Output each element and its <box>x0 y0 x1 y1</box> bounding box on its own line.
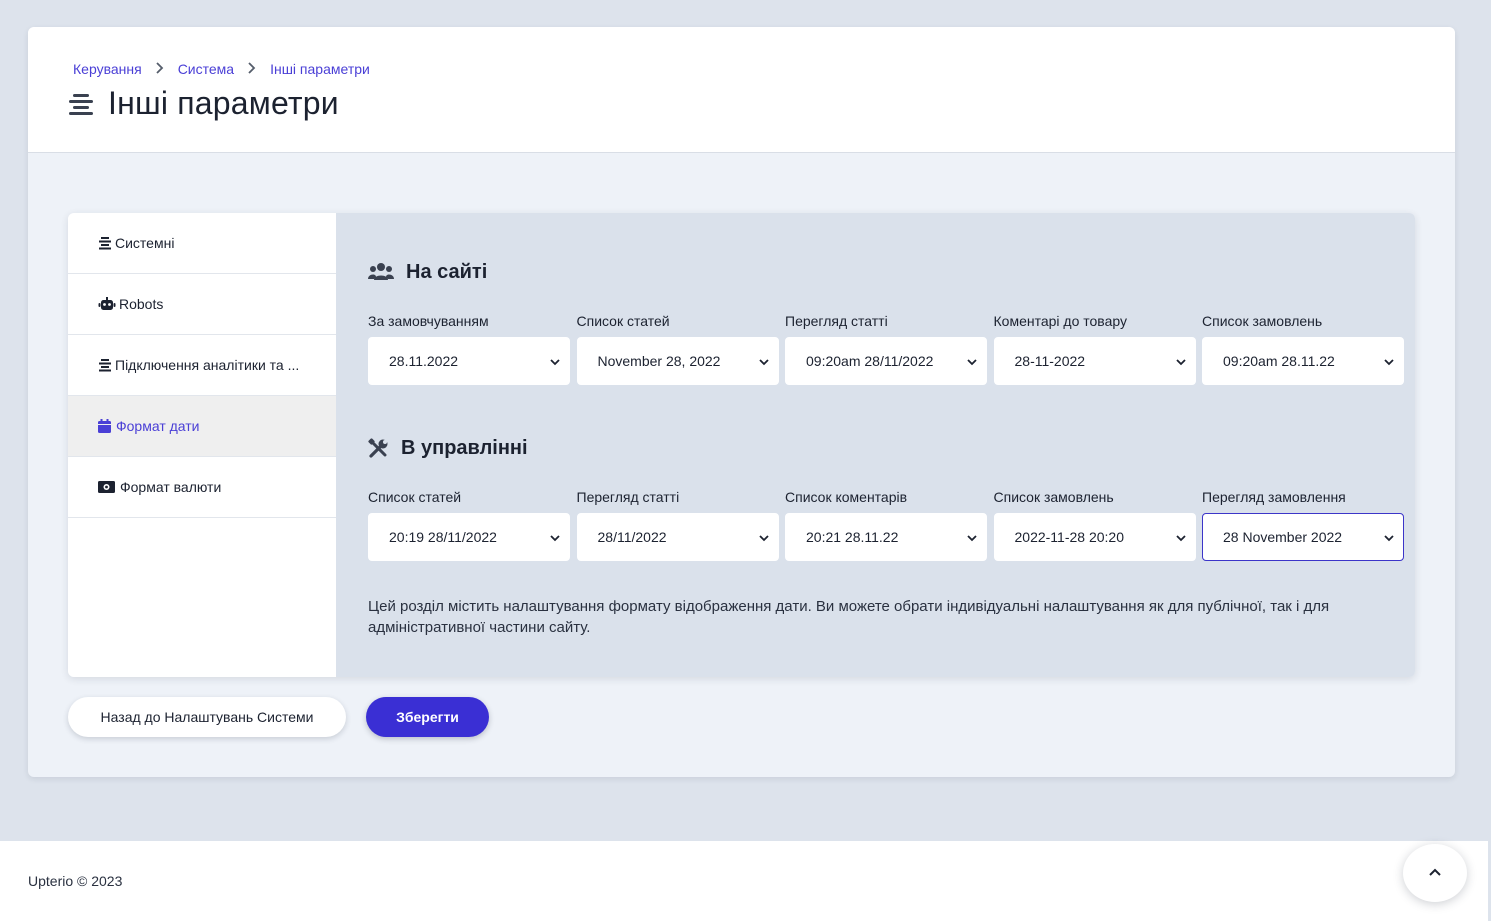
sidebar-item-label: Підключення аналітики та ... <box>115 357 300 373</box>
section-admin-heading: В управлінні <box>401 437 528 459</box>
field-label: Коментарі до товару <box>993 313 1128 329</box>
select-value: 09:20am 28.11.22 <box>1223 353 1335 369</box>
site-field-order-list: Список замовлень 09:20am 28.11.22 <box>1202 313 1404 385</box>
chevron-down-icon <box>966 531 978 543</box>
site-field-default: За замовчуванням 28.11.2022 <box>368 313 570 385</box>
footer-copyright: Upterio © 2023 <box>28 873 123 889</box>
select-value: 28 November 2022 <box>1223 529 1343 545</box>
site-default-select[interactable]: 28.11.2022 <box>368 337 570 385</box>
page-title: Інші параметри <box>68 85 339 122</box>
scroll-to-top-button[interactable] <box>1403 844 1467 902</box>
site-field-product-comments: Коментарі до товару 28-11-2022 <box>993 313 1196 385</box>
sidebar-item-currency-format[interactable]: Формат валюти <box>68 457 336 518</box>
field-label: Перегляд статті <box>785 313 888 329</box>
settings-card: Керування Система Інші параметри Інші па… <box>28 27 1455 777</box>
calendar-icon <box>98 419 113 433</box>
footer: Upterio © 2023 <box>0 841 1488 921</box>
select-value: 28.11.2022 <box>389 353 459 369</box>
breadcrumb-link-other-params[interactable]: Інші параметри <box>270 61 370 77</box>
sidebar-item-analytics[interactable]: Підключення аналітики та ... <box>68 335 336 396</box>
chevron-down-icon <box>1383 531 1395 543</box>
list-icon <box>98 236 112 250</box>
breadcrumb-link-management[interactable]: Керування <box>73 61 142 77</box>
card-header: Керування Система Інші параметри Інші па… <box>28 27 1455 153</box>
section-admin-title: В управлінні <box>368 437 528 460</box>
admin-field-article-view: Перегляд статті 28/11/2022 <box>576 489 779 561</box>
settings-panel: Системні Robots Підключення аналітики та… <box>68 213 1415 677</box>
field-label: Перегляд статті <box>576 489 680 505</box>
page-heading: Інші параметри <box>108 85 339 121</box>
site-field-article-list: Список статей November 28, 2022 <box>576 313 779 385</box>
section-description: Цей розділ містить налаштування формату … <box>368 598 1330 636</box>
sidebar-item-date-format[interactable]: Формат дати <box>68 396 336 457</box>
section-site-title: На сайті <box>368 261 487 284</box>
select-value: November 28, 2022 <box>597 353 721 369</box>
select-value: 2022-11-28 20:20 <box>1014 529 1125 545</box>
field-label: Список статей <box>368 489 462 505</box>
field-label: За замовчуванням <box>368 313 489 329</box>
admin-field-order-view: Перегляд замовлення 28 November 2022 <box>1202 489 1404 561</box>
users-icon <box>368 262 394 284</box>
select-value: 09:20am 28/11/2022 <box>806 353 934 369</box>
site-order-list-select[interactable]: 09:20am 28.11.22 <box>1202 337 1404 385</box>
list-icon <box>98 358 112 372</box>
chevron-down-icon <box>549 531 561 543</box>
field-label: Список замовлень <box>1202 313 1323 329</box>
field-label: Список коментарів <box>785 489 908 505</box>
admin-article-view-select[interactable]: 28/11/2022 <box>576 513 779 561</box>
chevron-down-icon <box>549 355 561 367</box>
date-format-content: На сайті За замовчуванням 28.11.2022 Спи… <box>336 213 1415 677</box>
settings-sidebar: Системні Robots Підключення аналітики та… <box>68 213 336 677</box>
chevron-down-icon <box>966 355 978 367</box>
chevron-down-icon <box>1175 531 1187 543</box>
admin-article-list-select[interactable]: 20:19 28/11/2022 <box>368 513 570 561</box>
breadcrumb-link-system[interactable]: Система <box>178 61 234 77</box>
back-to-settings-button[interactable]: Назад до Налаштувань Системи <box>68 697 346 737</box>
chevron-right-icon <box>154 61 166 77</box>
field-label: Список статей <box>576 313 670 329</box>
tools-icon <box>368 437 389 460</box>
site-article-list-select[interactable]: November 28, 2022 <box>576 337 779 385</box>
robot-icon <box>98 297 116 311</box>
site-fields: За замовчуванням 28.11.2022 Список стате… <box>368 313 1404 385</box>
field-label: Перегляд замовлення <box>1202 489 1346 505</box>
chevron-down-icon <box>1175 355 1187 367</box>
site-product-comments-select[interactable]: 28-11-2022 <box>993 337 1196 385</box>
select-value: 20:19 28/11/2022 <box>389 529 497 545</box>
chevron-down-icon <box>1383 355 1395 367</box>
chevron-right-icon <box>246 61 258 77</box>
chevron-down-icon <box>758 531 770 543</box>
admin-order-view-select[interactable]: 28 November 2022 <box>1202 513 1404 561</box>
money-icon <box>98 480 117 494</box>
field-label: Список замовлень <box>993 489 1114 505</box>
site-field-article-view: Перегляд статті 09:20am 28/11/2022 <box>785 313 987 385</box>
admin-fields: Список статей 20:19 28/11/2022 Перегляд … <box>368 489 1404 561</box>
sidebar-item-label: Формат валюти <box>120 479 222 495</box>
sidebar-item-label: Формат дати <box>116 418 200 434</box>
chevron-up-icon <box>1428 864 1442 882</box>
list-icon <box>68 91 94 117</box>
select-value: 28-11-2022 <box>1014 353 1086 369</box>
select-value: 20:21 28.11.22 <box>806 529 899 545</box>
site-article-view-select[interactable]: 09:20am 28/11/2022 <box>785 337 987 385</box>
admin-field-article-list: Список статей 20:19 28/11/2022 <box>368 489 570 561</box>
sidebar-item-system[interactable]: Системні <box>68 213 336 274</box>
sidebar-item-label: Robots <box>119 296 164 312</box>
sidebar-item-label: Системні <box>115 235 175 251</box>
admin-field-comment-list: Список коментарів 20:21 28.11.22 <box>785 489 987 561</box>
select-value: 28/11/2022 <box>597 529 667 545</box>
admin-field-order-list: Список замовлень 2022-11-28 20:20 <box>993 489 1196 561</box>
sidebar-item-robots[interactable]: Robots <box>68 274 336 335</box>
chevron-down-icon <box>758 355 770 367</box>
save-button[interactable]: Зберегти <box>366 697 489 737</box>
admin-comment-list-select[interactable]: 20:21 28.11.22 <box>785 513 987 561</box>
admin-order-list-select[interactable]: 2022-11-28 20:20 <box>993 513 1196 561</box>
section-site-heading: На сайті <box>406 261 488 283</box>
breadcrumb: Керування Система Інші параметри <box>73 61 370 77</box>
